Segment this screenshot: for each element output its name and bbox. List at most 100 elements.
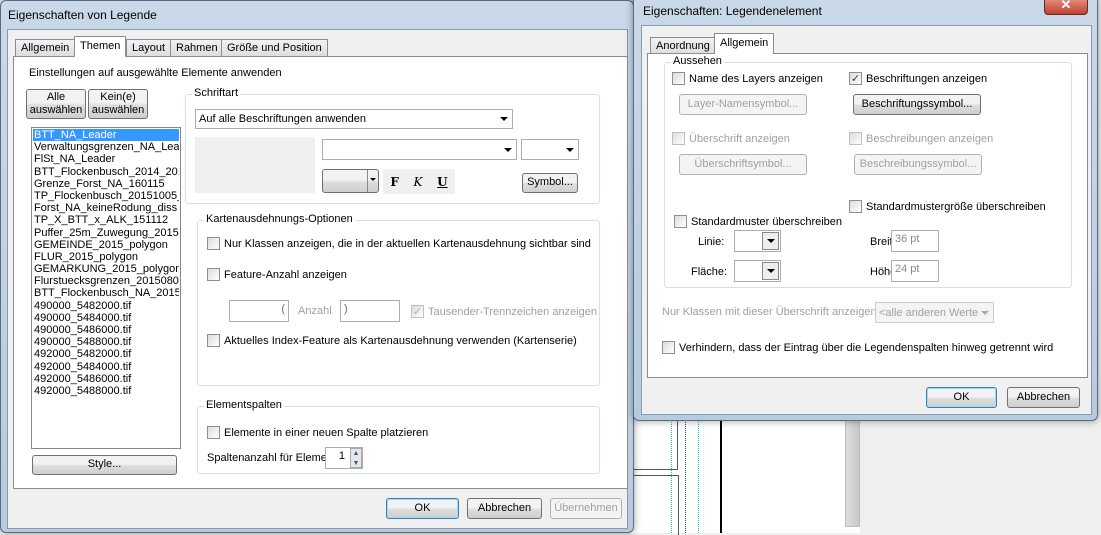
apply-heading: Einstellungen auf ausgewählte Elemente a… <box>29 67 282 79</box>
ok-button[interactable]: OK <box>926 387 997 408</box>
list-item[interactable]: BTT_Flockenbusch_2014_2015 <box>33 166 179 178</box>
extent-options-label: Kartenausdehnungs-Optionen <box>204 213 355 225</box>
tab-allgemein[interactable]: Allgemein <box>714 33 775 54</box>
extent-options-group: Kartenausdehnungs-Optionen Nur Klassen a… <box>197 213 600 386</box>
heading-symbol-button[interactable]: Überschriftsymbol... <box>679 154 807 175</box>
list-item[interactable]: GEMEINDE_2015_polygon <box>33 239 179 251</box>
apply-to-combo[interactable]: Auf alle Beschriftungen anwenden <box>195 109 513 129</box>
layer-items-list[interactable]: BTT_NA_LeaderVerwaltungsgrenzen_NA_Leade… <box>31 127 181 449</box>
underline-button[interactable]: U <box>437 175 447 189</box>
list-item[interactable]: FLUR_2015_polygon <box>33 251 179 263</box>
apply-button[interactable]: Übernehmen <box>550 498 622 519</box>
font-size-combo[interactable] <box>521 139 579 160</box>
list-item[interactable]: 492000_5484000.tif <box>33 361 179 373</box>
chevron-down-icon <box>504 147 512 152</box>
stepper-arrows[interactable]: ▲ ▼ <box>350 448 362 468</box>
arrow-up-icon[interactable]: ▲ <box>351 449 361 459</box>
font-preview <box>195 137 315 193</box>
list-item[interactable]: Grenze_Forst_NA_160115 <box>33 178 179 190</box>
cancel-button[interactable]: Abbrechen <box>467 498 542 519</box>
width-field[interactable]: 36 pt <box>891 230 939 252</box>
count-label: Anzahl <box>298 305 332 317</box>
override-patch-checkbox[interactable]: Standardmuster überschreiben <box>674 215 842 228</box>
list-item[interactable]: Flurstuecksgrenzen_20150807 <box>33 275 179 287</box>
list-item[interactable]: BTT_Flockenbusch_NA_2015_ <box>33 287 179 299</box>
new-column-checkbox[interactable]: Elemente in einer neuen Spalte platziere… <box>207 426 428 439</box>
font-style-toolbar: F K U <box>383 169 455 194</box>
apply-to-value: Auf alle Beschriftungen anwenden <box>199 113 366 125</box>
feature-count-checkbox[interactable]: Feature-Anzahl anzeigen <box>207 268 347 281</box>
layer-name-symbol-button[interactable]: Layer-Namensymbol... <box>679 94 807 115</box>
themen-panel: Einstellungen auf ausgewählte Elemente a… <box>13 56 628 489</box>
ok-button[interactable]: OK <box>386 498 459 519</box>
font-group-label: Schriftart <box>192 87 241 99</box>
show-descriptions-label: Beschreibungen anzeigen <box>866 132 994 145</box>
show-descriptions-checkbox[interactable]: Beschreibungen anzeigen <box>849 132 993 145</box>
override-patch-size-checkbox[interactable]: Standardmustergröße überschreiben <box>849 200 1046 213</box>
element-columns-group: Elementspalten Elemente in einer neuen S… <box>197 399 600 474</box>
select-all-button[interactable]: Alle auswählen <box>26 89 86 119</box>
select-none-button[interactable]: Kein(e) auswählen <box>88 89 148 119</box>
heading-filter-combo[interactable]: <alle anderen Werte <box>875 302 994 323</box>
tab-groesse-position[interactable]: Größe und Position <box>221 39 328 57</box>
count-suffix-field[interactable]: ) <box>340 300 400 322</box>
map-scrollbar[interactable] <box>845 420 860 527</box>
thousands-label: Tausender-Trennzeichen anzeigen <box>428 305 597 318</box>
prevent-split-checkbox[interactable]: Verhindern, dass der Eintrag über die Le… <box>662 341 1053 354</box>
font-name-combo[interactable] <box>322 139 517 160</box>
map-layout-background <box>630 420 860 535</box>
show-heading-checkbox[interactable]: Überschrift anzeigen <box>672 132 790 145</box>
list-item[interactable]: 490000_5488000.tif <box>33 336 179 348</box>
list-item[interactable]: TP_Flockenbusch_20151005_F <box>33 190 179 202</box>
list-item[interactable]: TP_X_BTT_x_ALK_151112 <box>33 214 179 226</box>
list-item[interactable]: 490000_5482000.tif <box>33 300 179 312</box>
list-item[interactable]: 490000_5484000.tif <box>33 312 179 324</box>
thousands-separator-checkbox[interactable]: ✓ Tausender-Trennzeichen anzeigen <box>411 305 597 318</box>
chevron-down-icon <box>566 147 574 152</box>
bold-button[interactable]: F <box>390 175 399 189</box>
tab-rahmen[interactable]: Rahmen <box>170 39 224 57</box>
feature-count-label: Feature-Anzahl anzeigen <box>224 268 347 281</box>
tab-themen[interactable]: Themen <box>74 36 127 57</box>
heading-filter-label: Nur Klassen mit dieser Überschrift anzei… <box>662 306 880 318</box>
only-visible-classes-checkbox[interactable]: Nur Klassen anzeigen, die in der aktuell… <box>207 237 591 250</box>
allgemein-panel: Aussehen Name des Layers anzeigen Layer-… <box>647 53 1088 378</box>
cancel-button[interactable]: Abbrechen <box>1007 387 1080 408</box>
arrow-down-icon[interactable]: ▼ <box>351 459 361 469</box>
index-feature-checkbox[interactable]: Aktuelles Index-Feature als Kartenausdeh… <box>207 334 577 347</box>
count-prefix-field[interactable]: ( <box>229 300 289 322</box>
list-item[interactable]: Puffer_25m_Zuwegung_2015 <box>33 227 179 239</box>
italic-button[interactable]: K <box>414 175 423 189</box>
list-item[interactable]: Verwaltungsgrenzen_NA_Leader <box>33 141 179 153</box>
close-button[interactable]: ✕ <box>1044 0 1088 15</box>
area-patch-combo[interactable] <box>734 260 781 282</box>
height-field[interactable]: 24 pt <box>891 260 939 282</box>
prevent-split-label: Verhindern, dass der Eintrag über die Le… <box>679 341 1054 354</box>
style-button[interactable]: Style... <box>32 455 177 475</box>
tab-allgemein[interactable]: Allgemein <box>15 39 76 57</box>
show-labels-label: Beschriftungen anzeigen <box>866 72 988 85</box>
line-patch-combo[interactable] <box>734 230 781 252</box>
dialog-title: Eigenschaften: Legendenelement <box>643 4 822 18</box>
heading-filter-value: <alle anderen Werte <box>879 306 979 319</box>
list-item[interactable]: 492000_5482000.tif <box>33 348 179 360</box>
font-color-button[interactable] <box>322 169 379 193</box>
list-item[interactable]: Forst_NA_keineRodung_diss <box>33 202 179 214</box>
list-item[interactable]: 492000_5486000.tif <box>33 373 179 385</box>
column-count-label: Spaltenanzahl für Elemente <box>207 452 343 464</box>
list-item[interactable]: FlSt_NA_Leader <box>33 153 179 165</box>
show-layer-name-checkbox[interactable]: Name des Layers anzeigen <box>672 72 823 85</box>
index-feature-label: Aktuelles Index-Feature als Kartenausdeh… <box>224 334 577 347</box>
show-labels-checkbox[interactable]: ✓ Beschriftungen anzeigen <box>849 72 987 85</box>
tab-layout[interactable]: Layout <box>126 39 172 57</box>
chevron-down-icon <box>500 117 508 121</box>
list-item[interactable]: 490000_5486000.tif <box>33 324 179 336</box>
list-item[interactable]: 492000_5488000.tif <box>33 385 179 397</box>
list-item[interactable]: BTT_NA_Leader <box>33 129 179 142</box>
label-symbol-button[interactable]: Beschriftungssymbol... <box>853 94 981 115</box>
font-group: Schriftart Auf alle Beschriftungen anwen… <box>185 87 600 204</box>
description-symbol-button[interactable]: Beschreibungssymbol... <box>854 154 982 175</box>
symbol-button[interactable]: Symbol... <box>522 173 578 193</box>
legend-properties-dialog: Eigenschaften von Legende Allgemein Them… <box>0 0 634 533</box>
list-item[interactable]: GEMARKUNG_2015_polygon <box>33 263 179 275</box>
